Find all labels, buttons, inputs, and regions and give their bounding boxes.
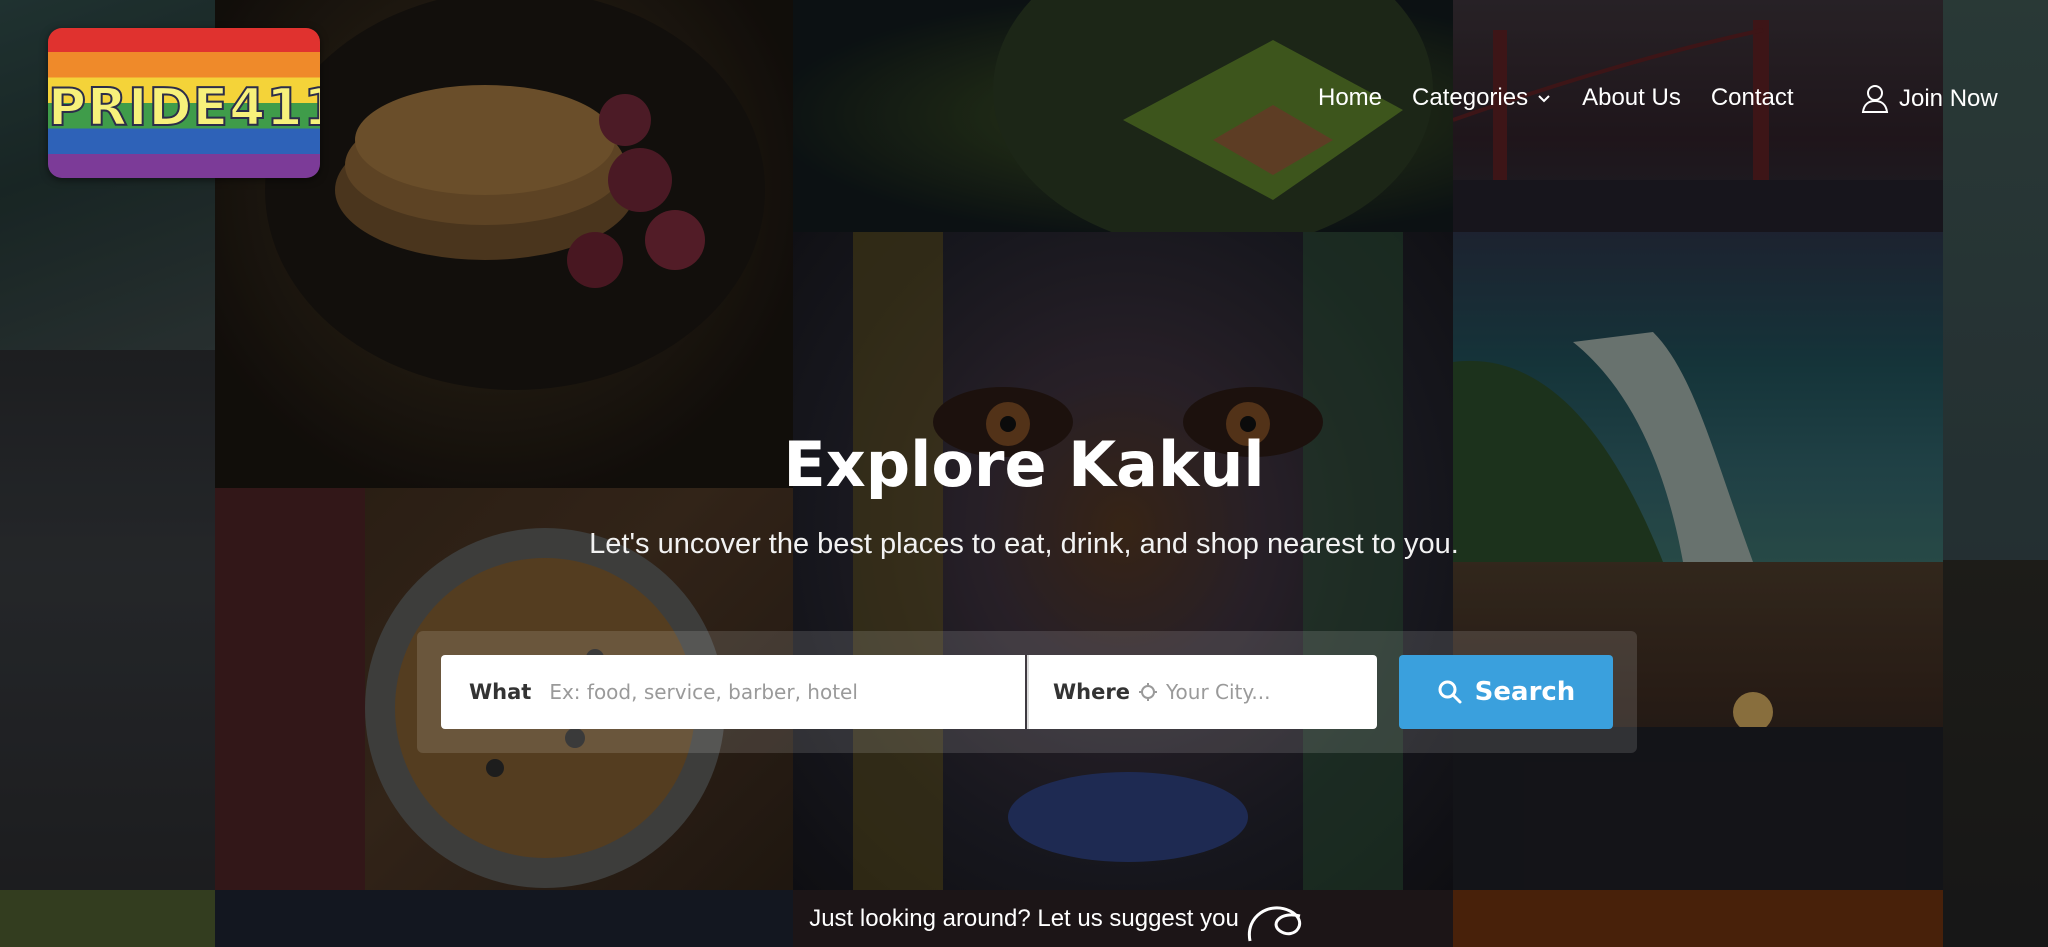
search-button[interactable]: Search — [1399, 655, 1613, 729]
user-icon — [1861, 85, 1889, 113]
hero-title: Explore Kakul — [783, 428, 1265, 501]
what-label: What — [469, 680, 532, 704]
nav-contact[interactable]: Contact — [1711, 84, 1794, 112]
search-icon — [1438, 680, 1462, 704]
site-logo[interactable]: PRIDE411 — [48, 28, 320, 178]
logo-text: PRIDE411 — [48, 77, 320, 139]
what-field: What — [441, 655, 1025, 729]
search-panel: What Where Search — [417, 631, 1637, 753]
nav-about-us[interactable]: About Us — [1582, 84, 1681, 112]
suggest-hint: Just looking around? Let us suggest you — [809, 905, 1239, 932]
search-button-label: Search — [1474, 677, 1576, 707]
chevron-down-icon — [1538, 95, 1550, 103]
nav-home[interactable]: Home — [1318, 84, 1382, 112]
nav-about-label: About Us — [1582, 84, 1681, 111]
swirl-arrow-icon — [1247, 906, 1302, 942]
where-input[interactable] — [1163, 671, 1368, 713]
location-target-icon[interactable] — [1138, 682, 1158, 702]
nav-categories[interactable]: Categories — [1412, 84, 1552, 112]
what-input[interactable] — [547, 671, 1012, 713]
join-now-label: Join Now — [1899, 85, 1998, 112]
nav-home-label: Home — [1318, 84, 1383, 111]
where-field: Where — [1027, 655, 1377, 729]
nav-categories-label: Categories — [1412, 84, 1529, 111]
join-now-link[interactable]: Join Now — [1861, 84, 1998, 114]
main-nav: Home Categories About Us Contact — [1318, 84, 1824, 112]
nav-contact-label: Contact — [1710, 84, 1794, 111]
where-label: Where — [1053, 680, 1130, 704]
hero-subtitle: Let's uncover the best places to eat, dr… — [589, 528, 1459, 560]
